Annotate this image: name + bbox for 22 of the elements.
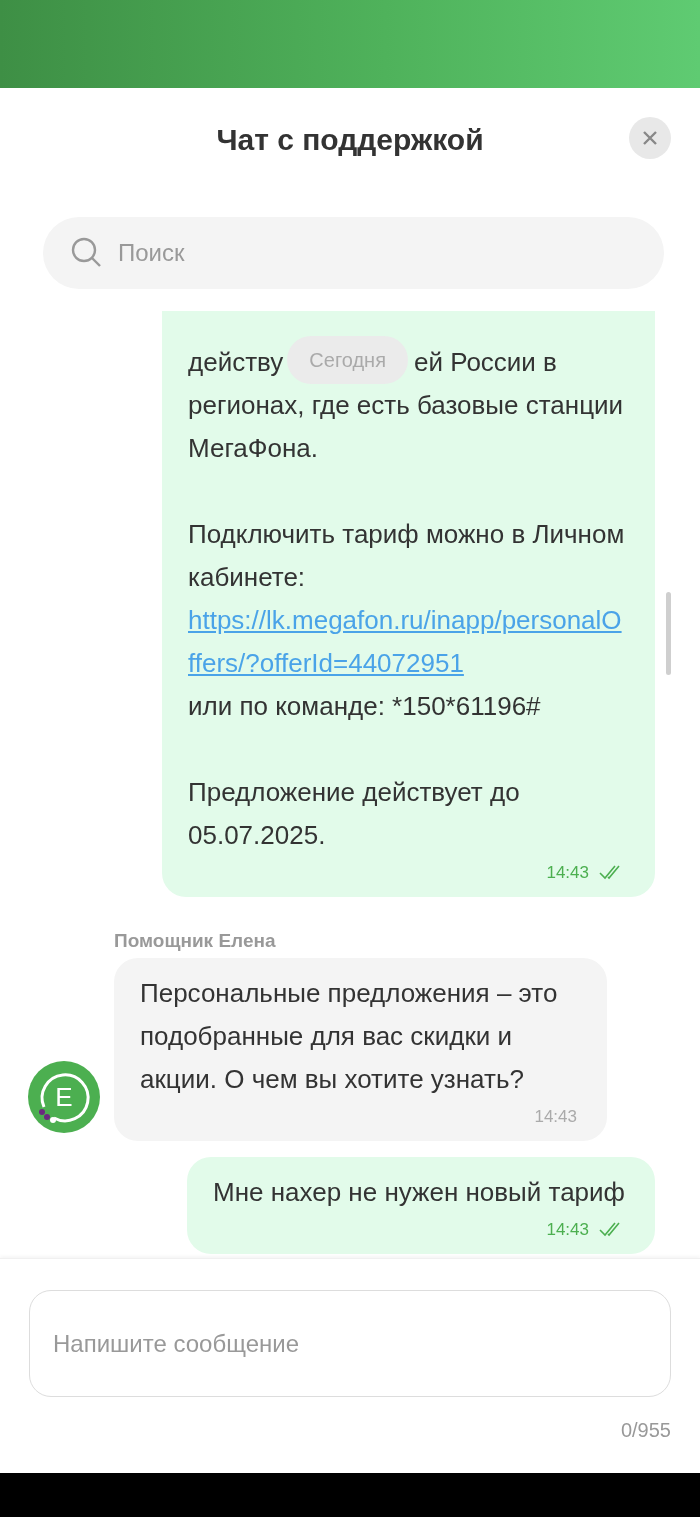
avatar: Е: [28, 1061, 100, 1133]
message-text: Персональные предложения – это подобранные для вас скидки и акции. О чем вы хотите узнать?: [140, 978, 558, 1094]
date-chip: Сегодня: [287, 336, 408, 384]
char-counter: 0/955: [620, 1419, 671, 1442]
message-time: 14:43: [546, 863, 589, 883]
sender-name: Помощник Елена: [114, 930, 277, 952]
offer-link[interactable]: https://lk.megafon.ru/inapp/personalOffers/?offerId=44072951: [188, 599, 625, 685]
message-text: Мне нахер не нужен новый тариф: [213, 1177, 625, 1207]
message-time: 14:43: [534, 1107, 577, 1127]
message-text: или по команде: *150*61196#: [188, 691, 541, 721]
message-text: ей России в: [413, 345, 557, 379]
message-text: действу: [188, 345, 284, 379]
message-text: Предложение действует до 05.07.2025.: [188, 777, 520, 850]
scrollbar[interactable]: [666, 592, 671, 675]
search-field[interactable]: Поиск: [43, 217, 664, 289]
message-time: 14:43: [546, 1220, 589, 1240]
close-icon: [642, 130, 658, 146]
message-text: Подключить тариф можно в Личном кабинете:: [188, 519, 625, 592]
close-button[interactable]: [629, 117, 671, 159]
window-title: Чат с поддержкой: [216, 123, 484, 157]
message-field[interactable]: Напишите сообщение: [29, 1290, 671, 1397]
message-text: регионах, где есть базовые станции МегаФона.: [188, 390, 624, 463]
